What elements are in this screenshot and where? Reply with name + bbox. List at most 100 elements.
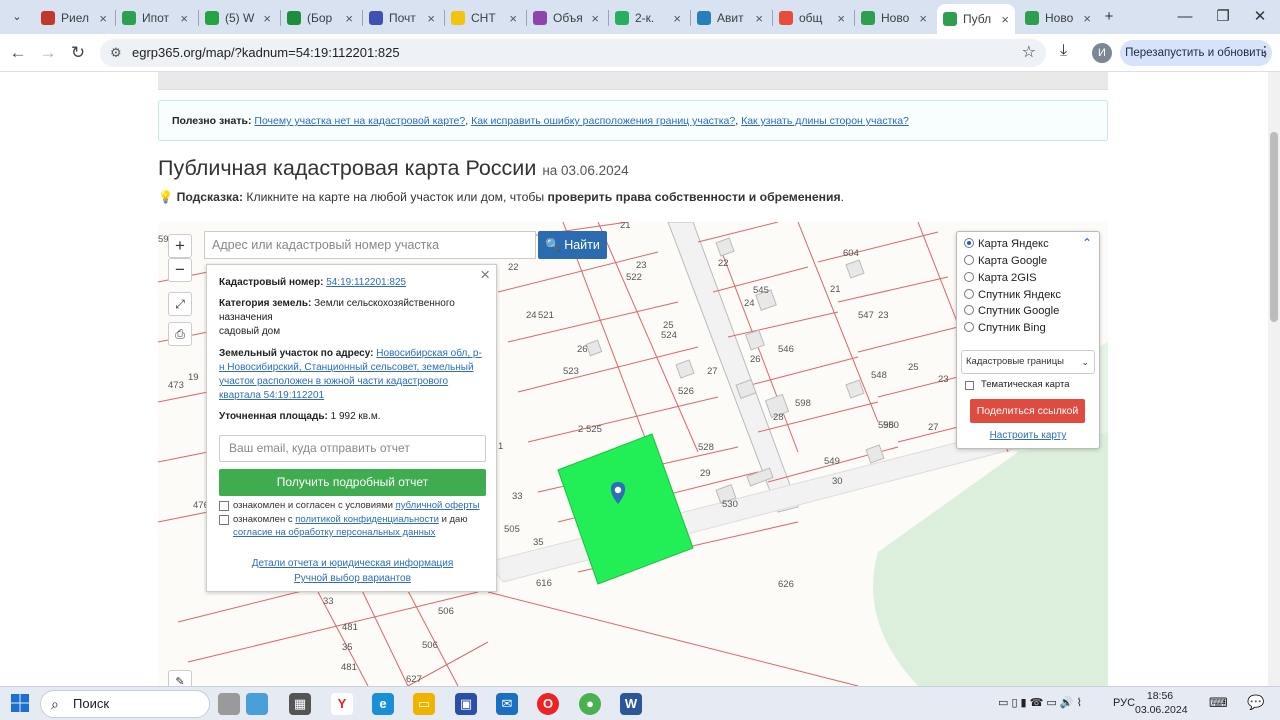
minimize-button[interactable]: — [1170,6,1200,28]
layer-option-yandex-satellite[interactable]: Спутник Яндекс [964,289,1061,301]
chrome-icon[interactable]: ● [579,693,601,715]
close-window-button[interactable]: ✕ [1245,6,1275,28]
zoom-in-button[interactable]: + [168,234,192,258]
tab-favicon-icon [861,11,875,25]
get-report-button[interactable]: Получить подробный отчет [219,469,486,496]
layer-option-bing-satellite[interactable]: Спутник Bing [964,322,1046,334]
browser-tab[interactable]: 2-к. × [609,5,687,31]
mail-icon[interactable]: ✉ [496,693,518,715]
bookmark-star-icon[interactable]: ☆ [1022,39,1036,67]
privacy-consent-checkbox[interactable] [219,515,229,525]
page-scrollbar[interactable] [1268,72,1280,686]
browser-tab[interactable]: Риел × [35,5,113,31]
windows-start-icon[interactable] [10,693,30,713]
manual-selection-link[interactable]: Ручной выбор вариантов [207,572,498,586]
tab-close-icon[interactable]: × [755,11,763,26]
taskbar-search[interactable]: ⌕ Поиск [40,690,210,718]
back-button[interactable]: ← [6,41,30,65]
notification-icon[interactable]: 💬 [1247,694,1264,711]
browser-tab[interactable]: Почт × [363,5,441,31]
share-link-button[interactable]: Поделиться ссылкой [970,399,1085,423]
browser-tab[interactable]: Ипот × [116,5,194,31]
tab-close-icon[interactable]: × [99,11,107,26]
collapse-caret-icon[interactable]: ⌃ [1082,236,1092,250]
site-info-icon[interactable]: ⚙ [110,39,122,67]
zoom-out-button[interactable]: − [168,258,192,282]
tab-close-icon[interactable]: × [1001,12,1009,27]
profile-avatar[interactable]: И [1092,43,1112,63]
report-details-link[interactable]: Детали отчета и юридическая информация [207,557,498,571]
layer-option-yandex-map[interactable]: Карта Яндекс [964,238,1049,250]
scrollbar-thumb[interactable] [1270,132,1278,322]
weather-widget-icon[interactable] [246,693,268,715]
tab-separator [198,10,199,26]
new-tab-button[interactable]: + [1094,6,1124,28]
forward-button[interactable]: → [36,41,60,65]
file-explorer-icon[interactable]: ▭ [413,693,435,715]
tab-close-icon[interactable]: × [591,11,599,26]
parcel-number-label: 525 [586,424,602,435]
tip-link-fix-error[interactable]: Как исправить ошибку расположения границ… [471,115,735,127]
browser-tab[interactable]: Ново × [1019,5,1097,31]
browser-tab[interactable]: (5) W × [199,5,277,31]
word-icon[interactable]: W [620,693,642,715]
browser-tab[interactable]: Авит × [691,5,769,31]
tab-close-icon[interactable]: × [673,11,681,26]
cadastral-map[interactable]: 5432260423522545212452124547232552426265… [158,222,1108,686]
browser-tab[interactable]: СНТ × [445,5,523,31]
keyboard-icon[interactable]: ⌨ [1209,695,1228,711]
tab-close-icon[interactable]: × [180,11,188,26]
parcel-number-label: 549 [824,456,840,467]
tip-link-missing-plot[interactable]: Почему участка нет на кадастровой карте? [254,115,465,127]
taskbar-clock[interactable]: 18:56 03.06.2024 [1135,689,1188,717]
public-offer-link[interactable]: публичной оферты [396,500,480,511]
cadnum-link[interactable]: 54:19:112201:825 [326,277,406,288]
browser-tab[interactable]: общ × [773,5,851,31]
tab-close-icon[interactable]: × [427,11,435,26]
clock-date: 03.06.2024 [1135,704,1188,716]
browser-tab[interactable]: Объя × [527,5,605,31]
edge-icon[interactable]: e [372,693,394,715]
opera-icon[interactable]: O [537,693,559,715]
address-bar[interactable]: ⚙ egrp365.org/map/?kadnum=54:19:112201:8… [100,39,1046,67]
fullscreen-icon[interactable]: ⤢ [168,292,192,316]
widget-icon[interactable] [218,693,240,715]
download-icon[interactable]: ⤓ [1060,42,1067,60]
tab-close-icon[interactable]: × [1083,11,1091,26]
tab-title: общ [799,11,823,25]
cadastral-layer-select[interactable]: Кадастровые границы ⌄ [961,350,1095,374]
tab-close-icon[interactable]: × [345,11,353,26]
tab-close-icon[interactable]: × [837,11,845,26]
keyboard-language[interactable]: РУС [1113,697,1135,709]
browser-tab[interactable]: (Бор × [281,5,359,31]
thematic-map-checkbox[interactable] [965,381,974,390]
reload-button[interactable]: ↻ [66,41,90,65]
parcel-number-label: 547 [858,310,874,321]
configure-map-link[interactable]: Настроить карту [957,430,1099,441]
task-view-icon[interactable]: ▦ [289,693,311,715]
email-input[interactable]: Ваш email, куда отправить отчет [219,435,486,462]
personal-data-consent-link[interactable]: согласие на обработку персональных данны… [233,527,435,538]
privacy-policy-link[interactable]: политикой конфиденциальности [295,514,439,525]
tab-close-icon[interactable]: × [263,11,271,26]
map-search-button[interactable]: 🔍 Найти [538,231,607,259]
tip-link-side-lengths[interactable]: Как узнать длины сторон участка? [741,115,909,127]
print-icon[interactable]: ⎙ [168,322,192,346]
tab-search-button[interactable]: ⌄ [2,6,32,28]
offer-consent-checkbox[interactable] [219,501,229,511]
layer-option-2gis-map[interactable]: Карта 2GIS [964,272,1037,284]
menu-icon[interactable]: ⋮ [1250,40,1280,62]
edit-tool-icon[interactable]: ✎ [168,670,192,686]
tab-close-icon[interactable]: × [919,11,927,26]
map-search-input[interactable]: Адрес или кадастровый номер участка [204,231,536,259]
parcel-number-label: 522 [626,272,642,283]
tray-icons[interactable]: ▭ ▯ ▮ ☎ ▭ 🔊 ⌇ [998,696,1082,709]
browser-tab[interactable]: Публ × [937,4,1015,34]
yandex-browser-icon[interactable]: Y [331,693,353,715]
maximize-button[interactable]: ❐ [1208,6,1238,28]
store-icon[interactable]: ▣ [455,693,477,715]
layer-option-google-satellite[interactable]: Спутник Google [964,305,1059,317]
layer-option-google-map[interactable]: Карта Google [964,255,1047,267]
tab-close-icon[interactable]: × [509,11,517,26]
browser-tab[interactable]: Ново × [855,5,933,31]
